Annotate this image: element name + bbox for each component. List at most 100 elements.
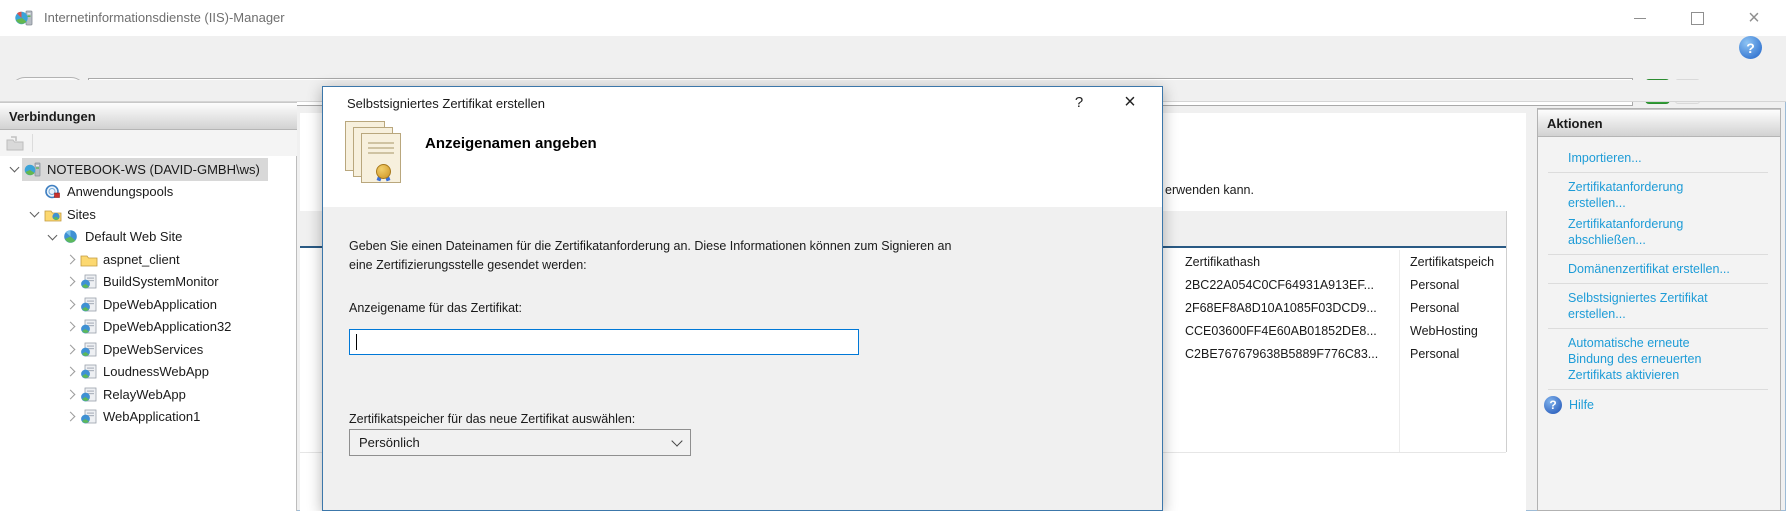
web-app-icon [80,409,98,424]
table-cell-store[interactable]: Personal [1410,347,1459,361]
hilfe-label: Hilfe [1569,397,1594,413]
globe-icon [62,229,80,244]
actions-header: Aktionen [1538,109,1780,137]
tree-item-buildsystemmonitor[interactable]: BuildSystemMonitor [0,271,297,294]
text-caret [356,334,357,350]
expander-expand-icon[interactable] [62,368,78,375]
dialog-close-button[interactable]: × [1116,91,1144,114]
action-selbstsigniertes-zertifikat-erstellen[interactable]: Selbstsigniertes Zertifikat erstellen... [1568,290,1743,322]
actions-list: Importieren... Zertifikatanforderung ers… [1538,137,1780,422]
expander-expand-icon[interactable] [62,391,78,398]
tree-item-label: DpeWebServices [103,342,203,357]
certificate-store-label: Zertifikatspeicher für das neue Zertifik… [349,412,635,426]
table-cell-hash[interactable]: C2BE767679638B5889F776C83... [1185,347,1378,361]
web-app-icon [80,319,98,334]
chevron-down-icon [671,435,682,446]
tree-item-label: WebApplication1 [103,409,200,424]
tree-item-label: Anwendungspools [67,184,173,199]
expander-expand-icon[interactable] [62,323,78,330]
expander-collapse-icon[interactable] [26,212,42,216]
expander-expand-icon[interactable] [62,256,78,263]
action-domaenenzertifikat-erstellen[interactable]: Domänenzertifikat erstellen... [1568,261,1770,277]
server-icon [24,162,42,177]
column-separator [1399,250,1400,452]
dialog-heading: Anzeigenamen angeben [425,135,597,152]
column-header-hash[interactable]: Zertifikathash [1185,255,1260,269]
certificate-store-value: Persönlich [359,435,420,450]
tree-item-label: Sites [67,207,96,222]
table-cell-store[interactable]: Personal [1410,278,1459,292]
actions-separator [1548,172,1768,173]
tree-item-sites[interactable]: Sites [0,203,297,226]
close-icon: × [1748,7,1760,30]
table-cell-store[interactable]: WebHosting [1410,324,1478,338]
web-app-icon [80,274,98,289]
web-app-icon [80,364,98,379]
action-hilfe[interactable]: ? Hilfe [1544,396,1770,414]
table-cell-hash[interactable]: 2F68EF8A8D10A1085F03DCD9... [1185,301,1377,315]
tree-item-label: LoudnessWebApp [103,364,209,379]
expander-expand-icon[interactable] [62,413,78,420]
create-self-signed-certificate-dialog: Selbstsigniertes Zertifikat erstellen ? … [322,86,1163,511]
expander-expand-icon[interactable] [62,346,78,353]
action-zertifikatanforderung-erstellen[interactable]: Zertifikatanforderung erstellen... [1568,179,1733,211]
iis-app-icon [14,8,34,28]
close-button[interactable]: × [1731,0,1777,36]
action-zertifikatanforderung-abschliessen[interactable]: Zertifikatanforderung abschließen... [1568,216,1733,248]
title-bar: Internetinformationsdienste (IIS)-Manage… [0,0,1786,36]
folder-icon [80,252,98,267]
table-cell-store[interactable]: Personal [1410,301,1459,315]
tree-item-webapplication1[interactable]: WebApplication1 [0,406,297,429]
display-name-label: Anzeigename für das Zertifikat: [349,301,522,315]
help-icon: ? [1746,40,1755,56]
connections-tree: NOTEBOOK-WS (DAVID-GMBH\ws) Anwendungspo… [0,158,297,428]
display-name-input[interactable] [349,329,859,355]
help-icon: ? [1544,396,1562,414]
tree-item-label: DpeWebApplication32 [103,319,231,334]
table-cell-hash[interactable]: 2BC22A054C0CF64931A913EF... [1185,278,1374,292]
tree-item-default-web-site[interactable]: Default Web Site [0,226,297,249]
tree-item-server[interactable]: NOTEBOOK-WS (DAVID-GMBH\ws) [0,158,297,181]
sites-folder-icon [44,207,62,222]
tree-item-label: NOTEBOOK-WS (DAVID-GMBH\ws) [47,162,260,177]
action-importieren[interactable]: Importieren... [1568,150,1770,166]
certificates-icon [345,121,411,191]
tree-item-label: DpeWebApplication [103,297,217,312]
certificate-store-select[interactable]: Persönlich [349,429,691,456]
dialog-body-text: Geben Sie einen Dateinamen für die Zerti… [349,237,969,275]
actions-panel: Aktionen Importieren... Zertifikatanford… [1537,108,1781,511]
column-header-store[interactable]: Zertifikatspeich [1410,255,1506,269]
tree-item-loudnesswebapp[interactable]: LoudnessWebApp [0,361,297,384]
feature-description-fragment: erwenden kann. [1165,183,1254,197]
expander-expand-icon[interactable] [62,301,78,308]
tree-item-dpewebapplication32[interactable]: DpeWebApplication32 [0,316,297,339]
expander-collapse-icon[interactable] [44,235,60,239]
tree-item-aspnet-client[interactable]: aspnet_client [0,248,297,271]
tree-item-anwendungspools[interactable]: Anwendungspools [0,181,297,204]
tree-item-relaywebapp[interactable]: RelayWebApp [0,383,297,406]
actions-separator [1548,328,1768,329]
expander-collapse-icon[interactable] [6,167,22,171]
dialog-title: Selbstsigniertes Zertifikat erstellen [347,96,545,111]
list-right-edge [1506,211,1507,452]
dialog-help-button[interactable]: ? [1066,94,1092,111]
tree-item-label: Default Web Site [85,229,182,244]
actions-separator [1548,283,1768,284]
web-app-icon [80,342,98,357]
help-button[interactable]: ? [1739,36,1762,59]
tree-item-label: aspnet_client [103,252,180,267]
minimize-button[interactable] [1617,0,1663,36]
maximize-icon [1691,12,1704,25]
connections-toolbar [0,130,297,156]
toolbar-separator [32,134,33,152]
action-automatische-erneute-bindung[interactable]: Automatische erneute Bindung des erneuer… [1568,335,1733,383]
tree-item-dpewebservices[interactable]: DpeWebServices [0,338,297,361]
iis-manager-window: Internetinformationsdienste (IIS)-Manage… [0,0,1786,511]
tree-item-label: RelayWebApp [103,387,186,402]
save-connection-icon-disabled [6,135,24,151]
maximize-button[interactable] [1674,0,1720,36]
expander-expand-icon[interactable] [62,278,78,285]
table-cell-hash[interactable]: CCE03600FF4E60AB01852DE8... [1185,324,1377,338]
window-title: Internetinformationsdienste (IIS)-Manage… [44,0,285,36]
tree-item-dpewebapplication[interactable]: DpeWebApplication [0,293,297,316]
